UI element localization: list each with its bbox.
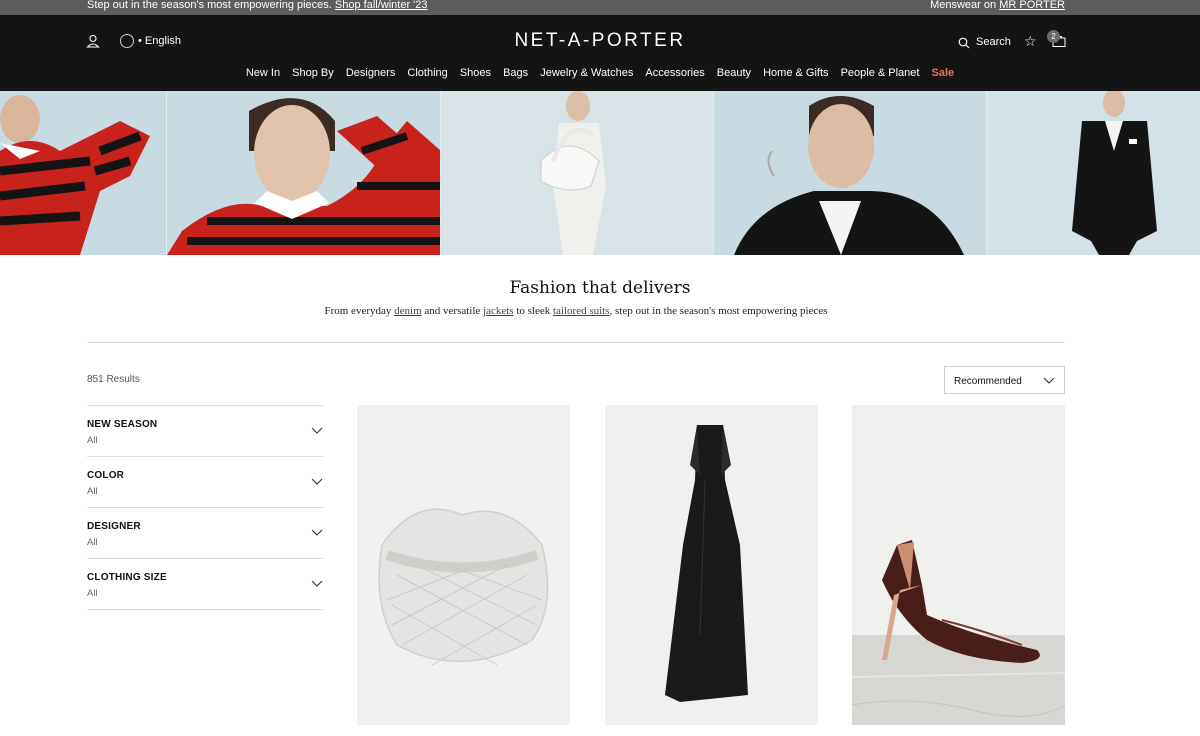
filter-clothing-size[interactable]: CLOTHING SIZE All: [87, 559, 323, 610]
filter-new-season[interactable]: NEW SEASON All: [87, 406, 323, 457]
promo-shop-link[interactable]: Shop fall/winter '23: [335, 0, 428, 11]
product-image-slingback-pump: [852, 540, 1065, 725]
nav-shop-by[interactable]: Shop By: [292, 67, 334, 79]
chevron-down-icon: [311, 580, 323, 587]
hero-panel-black-blazer: [713, 91, 986, 255]
filter-heading: CLOTHING SIZE: [87, 572, 167, 583]
mr-porter-link[interactable]: MR PORTER: [999, 0, 1065, 11]
promo-right: Menswear on MR PORTER: [930, 0, 1065, 11]
nav-home-gifts[interactable]: Home & Gifts: [763, 67, 828, 79]
search-icon[interactable]: [958, 37, 970, 49]
filter-value: All: [87, 588, 98, 599]
filter-designer[interactable]: DESIGNER All: [87, 508, 323, 559]
subtitle-text-4: , step out in the season's most empoweri…: [609, 305, 828, 317]
bag-count-badge: 2: [1047, 30, 1060, 43]
nav-sale[interactable]: Sale: [932, 67, 955, 79]
promo-left: Step out in the season's most empowering…: [87, 0, 428, 11]
product-image-woven-bag: [378, 508, 549, 666]
nav-people-planet[interactable]: People & Planet: [841, 67, 920, 79]
promo-bar: Step out in the season's most empowering…: [0, 0, 1200, 15]
main-nav: New In Shop By Designers Clothing Shoes …: [0, 67, 1200, 79]
filter-panel: NEW SEASON All COLOR All DESIGNER All CL…: [87, 405, 323, 610]
page-subtitle: From everyday denim and versatile jacket…: [0, 305, 1152, 317]
chevron-down-icon: [1043, 377, 1055, 384]
wishlist-icon[interactable]: ☆: [1024, 33, 1037, 50]
denim-link[interactable]: denim: [394, 305, 422, 317]
filter-heading: NEW SEASON: [87, 419, 158, 430]
sort-dropdown[interactable]: Recommended: [944, 366, 1065, 394]
nav-jewelry-watches[interactable]: Jewelry & Watches: [540, 67, 633, 79]
hero-panel-white-bag: [440, 91, 713, 255]
product-card-slingback-pump[interactable]: [852, 405, 1065, 725]
hero-banner[interactable]: [0, 91, 1200, 255]
filter-value: All: [87, 435, 98, 446]
filter-color[interactable]: COLOR All: [87, 457, 323, 508]
chevron-down-icon: [311, 427, 323, 434]
nav-clothing[interactable]: Clothing: [407, 67, 447, 79]
filter-value: All: [87, 486, 98, 497]
nav-designers[interactable]: Designers: [346, 67, 396, 79]
tailored-suits-link[interactable]: tailored suits: [553, 305, 610, 317]
search-button[interactable]: Search: [976, 36, 1011, 48]
divider: [87, 342, 1065, 343]
product-card-woven-bag[interactable]: [357, 405, 570, 725]
site-header: • English NET-A-PORTER Search ☆ 2 New In…: [0, 15, 1200, 91]
nav-shoes[interactable]: Shoes: [460, 67, 491, 79]
sort-value: Recommended: [954, 376, 1022, 387]
hero-panel-black-suit: [986, 91, 1200, 255]
jackets-link[interactable]: jackets: [483, 305, 514, 317]
filter-heading: COLOR: [87, 470, 125, 481]
nav-new-in[interactable]: New In: [246, 67, 280, 79]
chevron-down-icon: [311, 529, 323, 536]
promo-text: Step out in the season's most empowering…: [87, 0, 332, 11]
nav-bags[interactable]: Bags: [503, 67, 528, 79]
product-card-black-gown[interactable]: [605, 405, 818, 725]
subtitle-text-3: to sleek: [513, 305, 553, 317]
results-count: 851 Results: [87, 374, 140, 385]
subtitle-text-2: and versatile: [421, 305, 484, 317]
hero-panel-red-sweater-2: [166, 91, 440, 255]
hero-panel-red-sweater-1: [0, 91, 166, 255]
page-title: Fashion that delivers: [509, 278, 691, 298]
menswear-text: Menswear on: [930, 0, 997, 11]
subtitle-text-1: From everyday: [324, 305, 395, 317]
site-logo[interactable]: NET-A-PORTER: [0, 30, 1200, 52]
filter-value: All: [87, 537, 98, 548]
nav-accessories[interactable]: Accessories: [645, 67, 704, 79]
filter-heading: DESIGNER: [87, 521, 141, 532]
product-image-black-gown: [665, 425, 748, 702]
chevron-down-icon: [311, 478, 323, 485]
nav-beauty[interactable]: Beauty: [717, 67, 751, 79]
